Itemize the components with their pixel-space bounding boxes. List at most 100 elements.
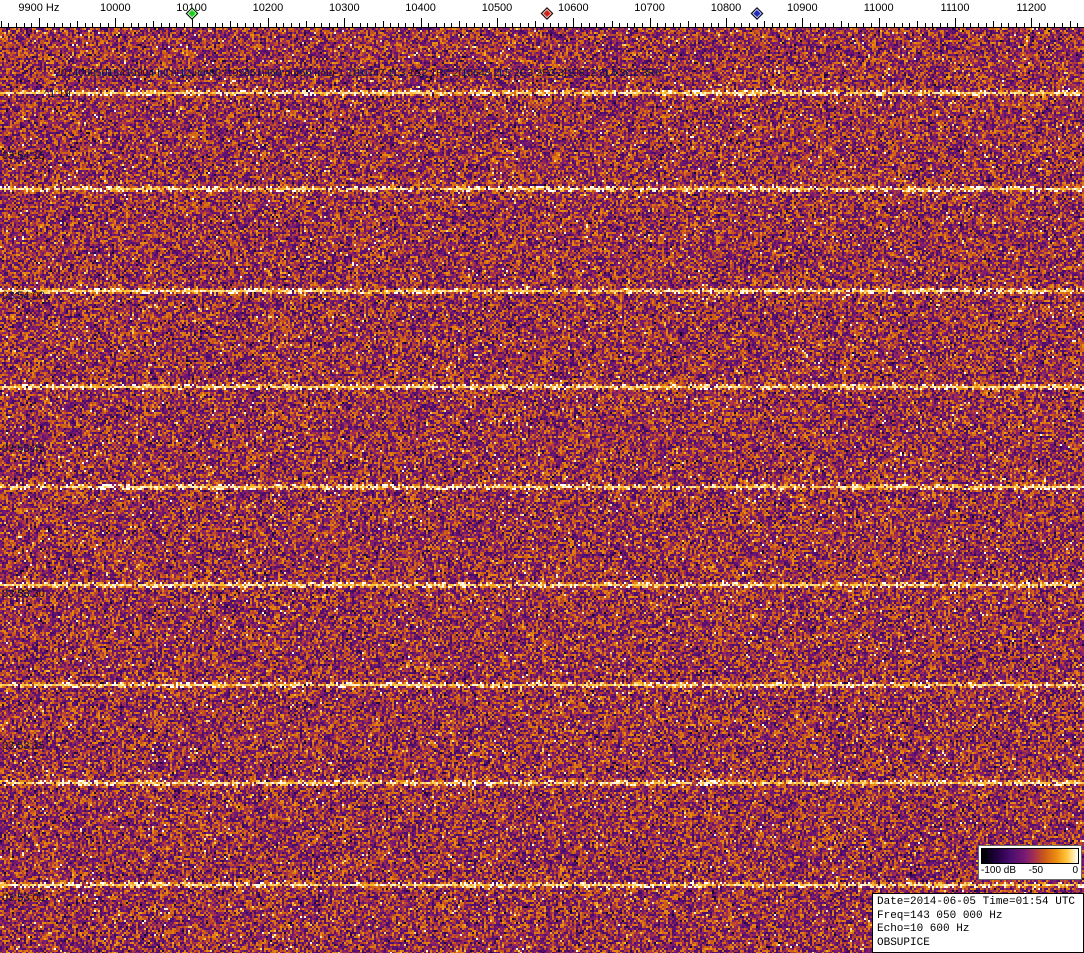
- ruler-tick: [100, 23, 101, 27]
- ruler-tick: [642, 23, 643, 27]
- ruler-tick: [138, 23, 139, 27]
- ruler-tick: [520, 23, 521, 27]
- ruler-tick: [512, 23, 513, 27]
- ruler-tick: [940, 23, 941, 27]
- ruler-tick: [390, 23, 391, 27]
- ruler-tick: [779, 23, 780, 27]
- ruler-tick: [657, 23, 658, 27]
- ruler-tick: [337, 23, 338, 27]
- ruler-tick: [1070, 21, 1071, 27]
- ruler-tick: [787, 23, 788, 27]
- ruler-label: 10700: [634, 2, 665, 14]
- ruler-tick: [795, 23, 796, 27]
- ruler-tick: [833, 23, 834, 27]
- ruler-tick: [1031, 18, 1032, 27]
- ruler-label: 10200: [253, 2, 284, 14]
- ruler-label: 10300: [329, 2, 360, 14]
- ruler-tick: [474, 23, 475, 27]
- ruler-tick: [367, 23, 368, 27]
- ruler-tick: [383, 21, 384, 27]
- ruler-tick: [986, 23, 987, 27]
- freq-marker-blue-diamond-icon[interactable]: [750, 7, 763, 20]
- ruler-tick: [16, 23, 17, 27]
- ruler-tick: [1062, 23, 1063, 27]
- ruler-tick: [879, 18, 880, 27]
- ruler-tick: [566, 23, 567, 27]
- ruler-tick: [856, 23, 857, 27]
- ruler-tick: [253, 23, 254, 27]
- ruler-tick: [886, 23, 887, 27]
- time-label: 03:53:30: [2, 588, 45, 600]
- ruler-tick: [352, 23, 353, 27]
- ruler-tick: [222, 23, 223, 27]
- ruler-tick: [596, 23, 597, 27]
- ruler-tick: [375, 23, 376, 27]
- ruler-tick: [146, 23, 147, 27]
- ruler-tick: [70, 23, 71, 27]
- ruler-tick: [39, 18, 40, 27]
- ruler-tick: [841, 21, 842, 27]
- ruler-tick: [268, 18, 269, 27]
- ruler-tick: [1039, 23, 1040, 27]
- ruler-tick: [505, 23, 506, 27]
- info-echo-line: Echo=10 600 Hz: [877, 923, 1079, 937]
- ruler-tick: [695, 23, 696, 27]
- ruler-tick: [963, 23, 964, 27]
- ruler-baseline: [0, 27, 1084, 28]
- ruler-tick: [764, 21, 765, 27]
- ruler-label: 11200: [1016, 2, 1046, 14]
- colorbar-gradient: [981, 848, 1079, 864]
- ruler-tick: [558, 23, 559, 27]
- ruler-tick: [627, 23, 628, 27]
- info-station-line: OBSUPICE: [877, 937, 1079, 951]
- colorbar-legend: -100 dB -50 0: [978, 845, 1082, 880]
- time-label: 03:53:00: [2, 892, 45, 904]
- ruler-tick: [428, 23, 429, 27]
- ruler-tick: [734, 23, 735, 27]
- ruler-tick: [535, 21, 536, 27]
- ruler-tick: [329, 23, 330, 27]
- ruler-tick: [589, 23, 590, 27]
- ruler-tick: [131, 23, 132, 27]
- ruler-tick: [1024, 23, 1025, 27]
- ruler-tick: [673, 23, 674, 27]
- ruler-tick: [1008, 23, 1009, 27]
- spectrogram-area: 20140605015419904 hCnt12 nb-80 f10595 hi…: [0, 28, 1084, 953]
- ruler-tick: [398, 23, 399, 27]
- ruler-tick: [321, 23, 322, 27]
- spectrogram-canvas[interactable]: [0, 28, 1084, 953]
- ruler-tick: [421, 18, 422, 27]
- ruler-tick: [276, 23, 277, 27]
- colorbar-labels: -100 dB -50 0: [981, 864, 1079, 877]
- ruler-tick: [802, 18, 803, 27]
- ruler-label: 11000: [864, 2, 894, 14]
- ruler-tick: [772, 23, 773, 27]
- ruler-tick: [260, 23, 261, 27]
- time-label: 03:53:45: [2, 443, 45, 455]
- detection-annotation: 20140605015419904 hCnt12 nb-80 f10595 hi…: [55, 67, 661, 79]
- freq-marker-red-diamond-icon[interactable]: [540, 7, 553, 20]
- ruler-tick: [871, 23, 872, 27]
- ruler-tick: [436, 23, 437, 27]
- ruler-tick: [344, 18, 345, 27]
- ruler-tick: [718, 23, 719, 27]
- ruler-tick: [955, 18, 956, 27]
- ruler-tick: [85, 23, 86, 27]
- ruler-tick: [169, 23, 170, 27]
- colorbar-label-min: -100 dB: [981, 865, 1016, 876]
- ruler-tick: [299, 23, 300, 27]
- ruler-label: 10400: [405, 2, 436, 14]
- ruler-tick: [848, 23, 849, 27]
- ruler-tick: [863, 23, 864, 27]
- status-info-box: Date=2014-06-05 Time=01:54 UTC Freq=143 …: [872, 893, 1084, 953]
- time-label: 03:54:00: [2, 290, 45, 302]
- ruler-tick: [573, 18, 574, 27]
- ruler-tick: [894, 23, 895, 27]
- spectrogram-app: 9900 Hz100001010010200103001040010500106…: [0, 0, 1084, 953]
- ruler-tick: [54, 23, 55, 27]
- ruler-tick: [291, 23, 292, 27]
- info-date-line: Date=2014-06-05 Time=01:54 UTC: [877, 896, 1079, 910]
- ruler-tick: [314, 23, 315, 27]
- ruler-tick: [581, 23, 582, 27]
- ruler-tick: [1047, 23, 1048, 27]
